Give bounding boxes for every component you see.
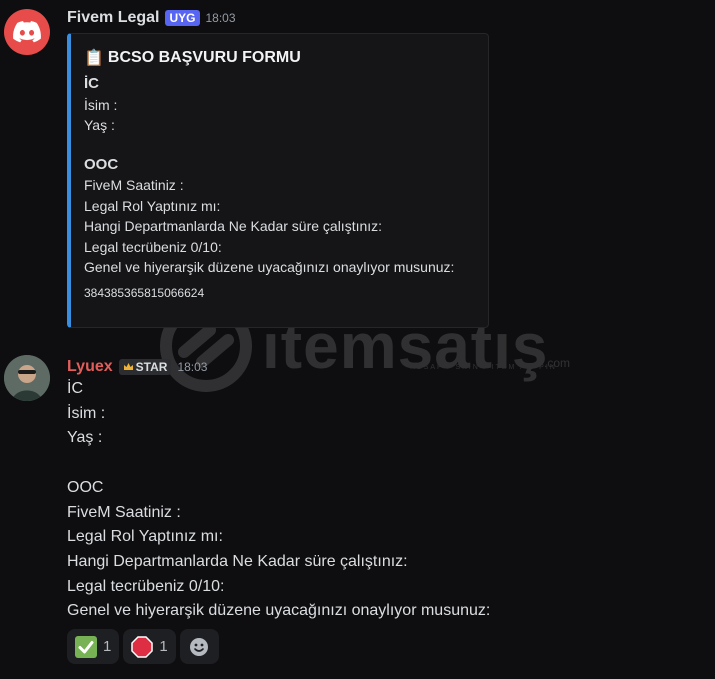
embed-body: İC İsim : Yaş : OOC FiveM Saatiniz : Leg… [84,74,476,278]
bot-avatar[interactable] [4,9,50,55]
watermark-suffix: .com [544,356,571,370]
message-line [67,451,490,476]
embed-line: Hangi Departmanlarda Ne Kadar süre çalış… [84,218,383,234]
watermark-tagline: HESAP / SKIN / ITEM / E-PIN [410,364,557,371]
embed-line: İsim : [84,96,118,113]
add-reaction-button[interactable] [179,629,219,664]
reaction-stop[interactable]: 1 [123,629,176,664]
bot-message-header: Fivem Legal UYG 18:03 [67,9,236,27]
check-mark-icon [75,635,97,658]
application-embed: 📋 BCSO BAŞVURU FORMU İC İsim : Yaş : OOC… [67,33,489,328]
message-line: FiveM Saatiniz : [67,503,181,521]
embed-line: FiveM Saatiniz : [84,177,184,193]
message-line: Legal Rol Yaptınız mı: [67,528,223,546]
app-badge: UYG [165,10,200,26]
message-line: Hangi Departmanlarda Ne Kadar süre çalış… [67,552,408,570]
bot-username[interactable]: Fivem Legal [67,9,159,27]
user-timestamp[interactable]: 18:03 [177,360,207,374]
reactions-bar: 1 1 [67,629,219,664]
embed-line: Yaş : [84,117,115,133]
discord-logo-icon [13,21,41,43]
embed-footer: 384385365815066624 [84,285,205,300]
role-badge-label: STAR [135,360,168,374]
message-line: OOC [67,478,104,496]
stop-sign-icon [131,635,154,658]
reaction-check[interactable]: 1 [67,629,120,664]
clipboard-icon: 📋 [84,50,104,67]
bot-timestamp[interactable]: 18:03 [206,11,236,25]
user-photo-icon [4,355,50,401]
embed-title-text: BCSO BAŞVURU FORMU [107,49,301,66]
embed-title: 📋 BCSO BAŞVURU FORMU [84,48,476,68]
reaction-count: 1 [103,638,112,655]
embed-ooc-heading: OOC [84,155,119,173]
smiley-icon [190,637,209,656]
message-line: İC [67,380,83,397]
message-line: İsim : [67,404,106,422]
role-badge[interactable]: STAR [118,359,172,375]
user-avatar[interactable] [4,355,50,401]
user-username[interactable]: Lyuex [67,358,113,376]
user-message-content: İC İsim : Yaş : OOC FiveM Saatiniz : Leg… [67,377,490,624]
crown-icon [123,363,133,370]
message-line: Legal tecrübeniz 0/10: [67,577,225,595]
message-line: Yaş : [67,429,103,447]
reaction-count: 1 [159,638,168,655]
embed-line: Genel ve hiyerarşik düzene uyacağınızı o… [84,259,455,275]
embed-line: Legal tecrübeniz 0/10: [84,238,222,255]
embed-line: Legal Rol Yaptınız mı: [84,197,221,214]
user-message-header: Lyuex STAR 18:03 [67,358,207,376]
embed-ic-heading: İC [84,75,99,92]
message-line: Genel ve hiyerarşik düzene uyacağınızı o… [67,602,491,620]
